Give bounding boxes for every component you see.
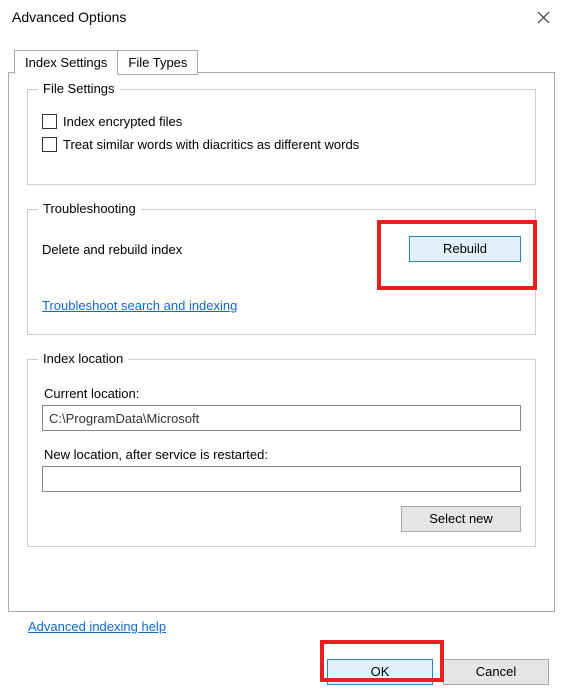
checkbox-row-diacritics[interactable]: Treat similar words with diacritics as d… xyxy=(42,137,521,152)
tab-panel-index-settings: File Settings Index encrypted files Trea… xyxy=(8,72,555,612)
title-bar: Advanced Options xyxy=(0,0,567,34)
cancel-button[interactable]: Cancel xyxy=(443,659,549,685)
checkbox-icon xyxy=(42,114,57,129)
checkbox-icon xyxy=(42,137,57,152)
close-icon xyxy=(537,11,550,24)
select-new-button[interactable]: Select new xyxy=(401,506,521,532)
label-new-location: New location, after service is restarted… xyxy=(44,447,521,462)
annotation-rebuild-highlight xyxy=(377,220,537,290)
group-file-settings: File Settings Index encrypted files Trea… xyxy=(27,89,536,185)
annotation-ok-highlight xyxy=(320,640,444,682)
checkbox-label-encrypted: Index encrypted files xyxy=(63,114,182,129)
group-legend-index-location: Index location xyxy=(38,351,128,366)
input-current-location[interactable] xyxy=(42,405,521,431)
window-title: Advanced Options xyxy=(12,9,126,25)
checkbox-label-diacritics: Treat similar words with diacritics as d… xyxy=(63,137,359,152)
advanced-options-dialog: Advanced Options Index Settings File Typ… xyxy=(0,0,567,693)
label-delete-rebuild: Delete and rebuild index xyxy=(42,242,182,257)
checkbox-row-encrypted[interactable]: Index encrypted files xyxy=(42,114,521,129)
group-legend-troubleshooting: Troubleshooting xyxy=(38,201,141,216)
troubleshoot-link[interactable]: Troubleshoot search and indexing xyxy=(42,298,237,313)
advanced-help-link[interactable]: Advanced indexing help xyxy=(28,619,166,634)
group-index-location: Index location Current location: New loc… xyxy=(27,359,536,547)
label-current-location: Current location: xyxy=(44,386,521,401)
close-button[interactable] xyxy=(523,3,563,31)
tab-file-types[interactable]: File Types xyxy=(117,50,198,75)
group-legend-file-settings: File Settings xyxy=(38,81,120,96)
input-new-location[interactable] xyxy=(42,466,521,492)
tab-index-settings[interactable]: Index Settings xyxy=(14,50,118,75)
tab-strip: Index Settings File Types xyxy=(14,50,197,75)
